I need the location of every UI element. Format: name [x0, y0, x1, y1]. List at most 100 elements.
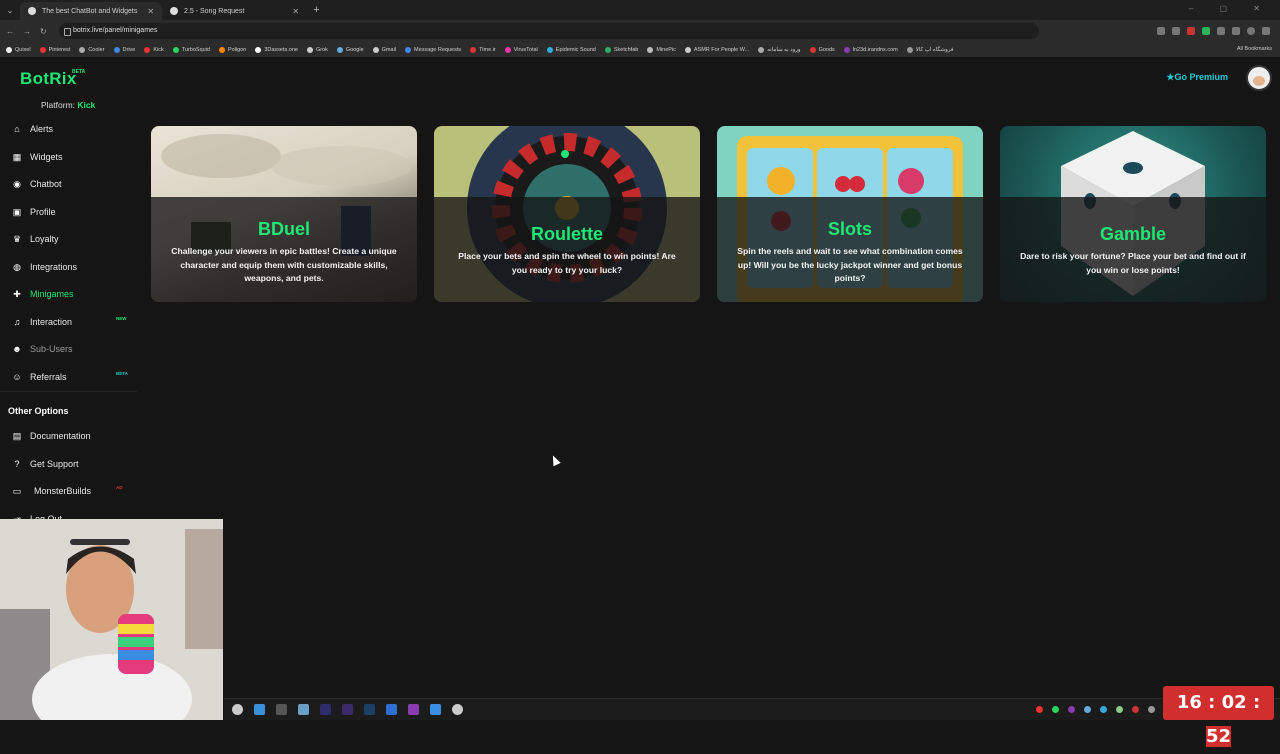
back-icon[interactable]: ← — [6, 27, 17, 36]
after-effects-icon[interactable] — [320, 704, 331, 715]
extension-icon[interactable] — [1217, 27, 1225, 35]
star-icon[interactable] — [1172, 27, 1180, 35]
bookmark-favicon-icon — [647, 46, 654, 53]
card-title: BDuel — [257, 219, 310, 239]
card-description: Spin the reels and wait to see what comb… — [737, 246, 963, 283]
reload-icon[interactable]: ↻ — [40, 27, 51, 36]
bookmark-label: ln23d.irandns.com — [852, 46, 898, 53]
minigame-card-bduel[interactable]: BDuel Challenge your viewers in epic bat… — [151, 126, 417, 302]
bookmark-item[interactable]: ln23d.irandns.com — [843, 46, 898, 53]
clock-minutes: 02 — [1221, 692, 1247, 713]
bookmark-item[interactable]: Gmail — [372, 46, 396, 53]
tab-favicon-icon — [170, 7, 179, 15]
browser-tab-active[interactable]: The best ChatBot and Widgets ✕ — [20, 2, 163, 20]
start-icon[interactable] — [232, 704, 243, 715]
close-tab-icon[interactable]: ✕ — [292, 7, 299, 16]
sidebar-item-chatbot[interactable]: ◉ Chatbot — [12, 176, 61, 192]
tray-icon[interactable] — [1148, 706, 1155, 713]
browser-tab[interactable]: 2.5 - Song Request ✕ — [162, 2, 307, 20]
new-tab-icon[interactable]: + — [313, 4, 319, 16]
bookmark-item[interactable]: VirusTotal — [504, 46, 538, 53]
platform-label: Platform: — [41, 100, 76, 110]
sidebar-item-sub-users[interactable]: ☻ Sub-Users — [12, 341, 72, 357]
url-field[interactable]: botrix.live/panel/minigames — [59, 23, 1039, 39]
app-icon[interactable] — [408, 704, 419, 715]
bookmark-label: فروشگاه اپ کالا — [915, 46, 954, 53]
extension-icon[interactable] — [1202, 27, 1210, 35]
close-tab-icon[interactable]: ✕ — [147, 7, 154, 16]
menu-icon[interactable] — [1262, 27, 1270, 35]
sidebar-item-loyalty[interactable]: ♛ Loyalty — [12, 231, 59, 247]
minigame-card-slots[interactable]: Slots Spin the reels and wait to see wha… — [717, 126, 983, 302]
bookmark-item[interactable]: Time.ir — [470, 46, 496, 53]
sidebar-item-documentation[interactable]: ▤ Documentation — [12, 428, 91, 444]
bookmark-item[interactable]: Kick — [144, 46, 164, 53]
bookmark-label: ASMR For People W... — [693, 46, 750, 53]
zoom-icon[interactable] — [1157, 27, 1165, 35]
premiere-icon[interactable] — [342, 704, 353, 715]
sidebar-item-profile[interactable]: ▣ Profile — [12, 204, 56, 220]
go-premium-button[interactable]: ★Go Premium — [1166, 72, 1228, 83]
bookmark-item[interactable]: Drive — [113, 46, 135, 53]
bookmark-item[interactable]: Pinterest — [39, 46, 70, 53]
bookmark-item[interactable]: TurboSquid — [172, 46, 210, 53]
bookmark-item[interactable]: فروشگاه اپ کالا — [906, 46, 954, 53]
app-icon[interactable] — [430, 704, 441, 715]
app-icon[interactable] — [254, 704, 265, 715]
bookmark-item[interactable]: Sketchfab — [604, 46, 638, 53]
bookmark-item[interactable]: Cooler — [79, 46, 105, 53]
sidebar-item-alerts[interactable]: ⌂ Alerts — [12, 121, 53, 137]
tray-icon[interactable] — [1132, 706, 1139, 713]
sidebar-item-get-support[interactable]: ? Get Support — [12, 456, 78, 472]
sidebar-item-label: MonsterBuilds — [34, 486, 92, 496]
all-bookmarks-button[interactable]: All Bookmarks — [1237, 46, 1272, 52]
bookmark-item[interactable]: Google — [336, 46, 364, 53]
sidebar-item-interaction[interactable]: ♫ Interaction — [12, 314, 72, 330]
sidebar-item-integrations[interactable]: ◍ Integrations — [12, 259, 77, 275]
avatar[interactable] — [1246, 65, 1272, 91]
bookmark-item[interactable]: Grok — [306, 46, 328, 53]
tray-icon[interactable] — [1116, 706, 1123, 713]
bookmark-item[interactable]: Epidemic Sound — [546, 46, 596, 53]
sidebar-item-label: Referrals — [30, 372, 67, 382]
window-controls[interactable]: – ▢ ✕ — [1189, 4, 1272, 13]
photoshop-icon[interactable] — [364, 704, 375, 715]
logo[interactable]: BotRix — [20, 69, 77, 89]
bookmark-item[interactable]: ASMR For People W... — [684, 46, 750, 53]
app-icon[interactable] — [276, 704, 287, 715]
stream-clock: 16 : 02 : 52 — [1163, 686, 1274, 747]
tab-title: 2.5 - Song Request — [184, 7, 245, 15]
bookmark-item[interactable]: MinePic — [647, 46, 676, 53]
tray-icon[interactable] — [1100, 706, 1107, 713]
sidebar-item-minigames[interactable]: ✚ Minigames — [12, 286, 73, 302]
tray-icon[interactable] — [1036, 706, 1043, 713]
bookmark-favicon-icon — [504, 46, 511, 53]
app-icon[interactable] — [386, 704, 397, 715]
bookmark-item[interactable]: 3Dassets.one — [255, 46, 298, 53]
app-icon[interactable] — [452, 704, 463, 715]
extension-icon[interactable] — [1232, 27, 1240, 35]
extension-icon[interactable] — [1187, 27, 1195, 35]
tray-icon[interactable] — [1068, 706, 1075, 713]
forward-icon[interactable]: → — [23, 27, 34, 36]
app-icon[interactable] — [298, 704, 309, 715]
sidebar-item-label: Widgets — [30, 152, 63, 162]
bookmark-favicon-icon — [372, 46, 379, 53]
bookmark-item[interactable]: Poligon — [218, 46, 246, 53]
card-description: Challenge your viewers in epic battles! … — [171, 246, 397, 283]
sidebar-item-widgets[interactable]: ▦ Widgets — [12, 149, 63, 165]
sidebar-item-referrals[interactable]: ☺ Referrals — [12, 369, 67, 385]
bookmark-item[interactable]: Goods — [809, 46, 835, 53]
sidebar-item-label: Integrations — [30, 262, 78, 272]
minigame-card-gamble[interactable]: Gamble Dare to risk your fortune? Place … — [1000, 126, 1266, 302]
bookmark-favicon-icon — [843, 46, 850, 53]
profile-icon[interactable] — [1247, 27, 1255, 35]
sidebar-item-monsterbuilds[interactable]: ▭ MonsterBuilds — [12, 483, 91, 499]
bookmark-item[interactable]: Message Requests — [405, 46, 461, 53]
tray-icon[interactable] — [1084, 706, 1091, 713]
bookmark-item[interactable]: ورود به سامانه — [758, 46, 801, 53]
tab-search-chevron-icon[interactable]: ⌄ — [0, 6, 20, 15]
minigame-card-roulette[interactable]: Roulette Place your bets and spin the wh… — [434, 126, 700, 302]
bookmark-item[interactable]: Quixel — [6, 46, 31, 53]
tray-icon[interactable] — [1052, 706, 1059, 713]
